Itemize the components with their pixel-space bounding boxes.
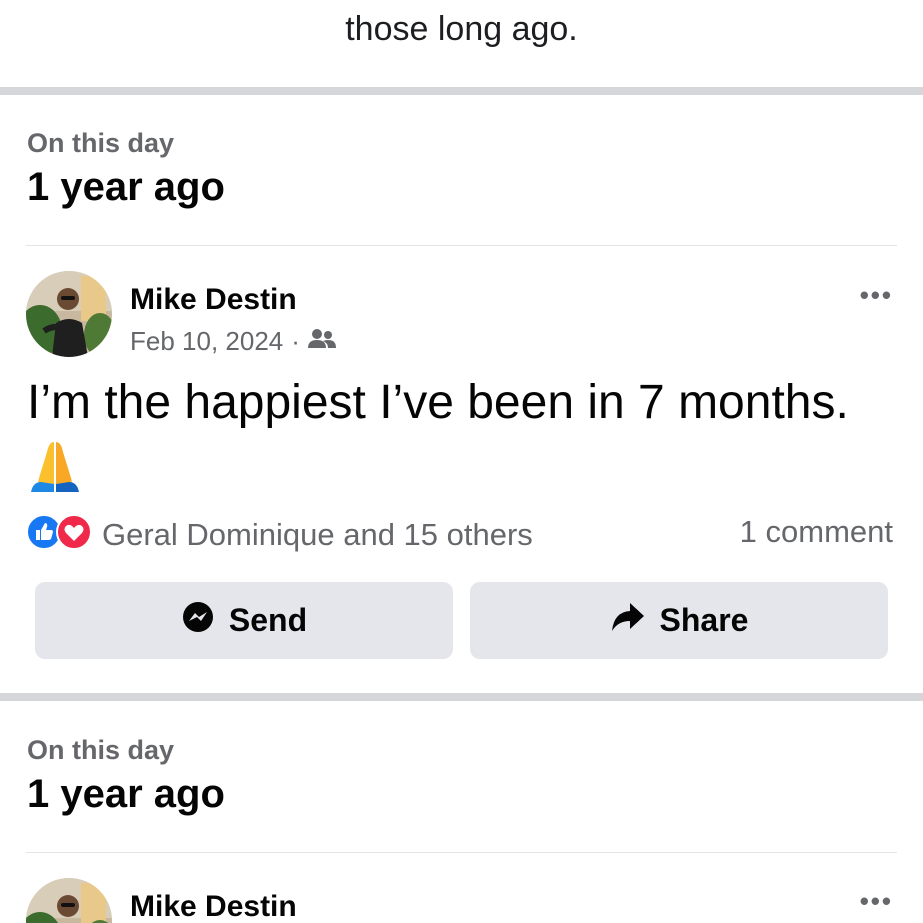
folded-hands-icon [27,438,83,497]
share-icon [610,600,660,642]
section-divider [0,693,923,701]
messenger-icon [181,600,229,642]
send-label: Send [228,602,308,638]
section-divider [0,87,923,95]
section-kicker: On this day [27,735,175,765]
section-title: 1 year ago [27,165,225,209]
avatar[interactable] [26,878,112,923]
avatar[interactable] [26,271,112,357]
more-options-icon[interactable]: ••• [860,280,893,311]
share-label: Share [659,602,749,638]
reactions-label: Geral Dominique and 15 others [102,516,533,552]
reactions-summary[interactable]: Geral Dominique and 15 others [26,514,533,555]
comments-count[interactable]: 1 comment [740,514,893,550]
section-kicker: On this day [27,128,175,158]
send-button[interactable]: Send [35,582,453,659]
post-text: I’m the happiest I’ve been in 7 months. [27,376,849,429]
previous-post-text: those long ago. [345,10,578,48]
more-options-icon[interactable]: ••• [860,886,893,917]
author-name[interactable]: Mike Destin [130,890,297,923]
post-meta: Feb 10, 2024 · [130,326,336,357]
post-date[interactable]: Feb 10, 2024 [130,326,283,357]
section-title: 1 year ago [27,772,225,816]
divider [26,245,897,246]
love-icon [56,514,92,555]
meta-separator: · [291,326,300,356]
share-button[interactable]: Share [470,582,888,659]
divider [26,852,897,853]
friends-icon [307,326,336,357]
memories-feed: those long ago. On this day 1 year ago M… [0,0,923,923]
author-name[interactable]: Mike Destin [130,283,297,317]
